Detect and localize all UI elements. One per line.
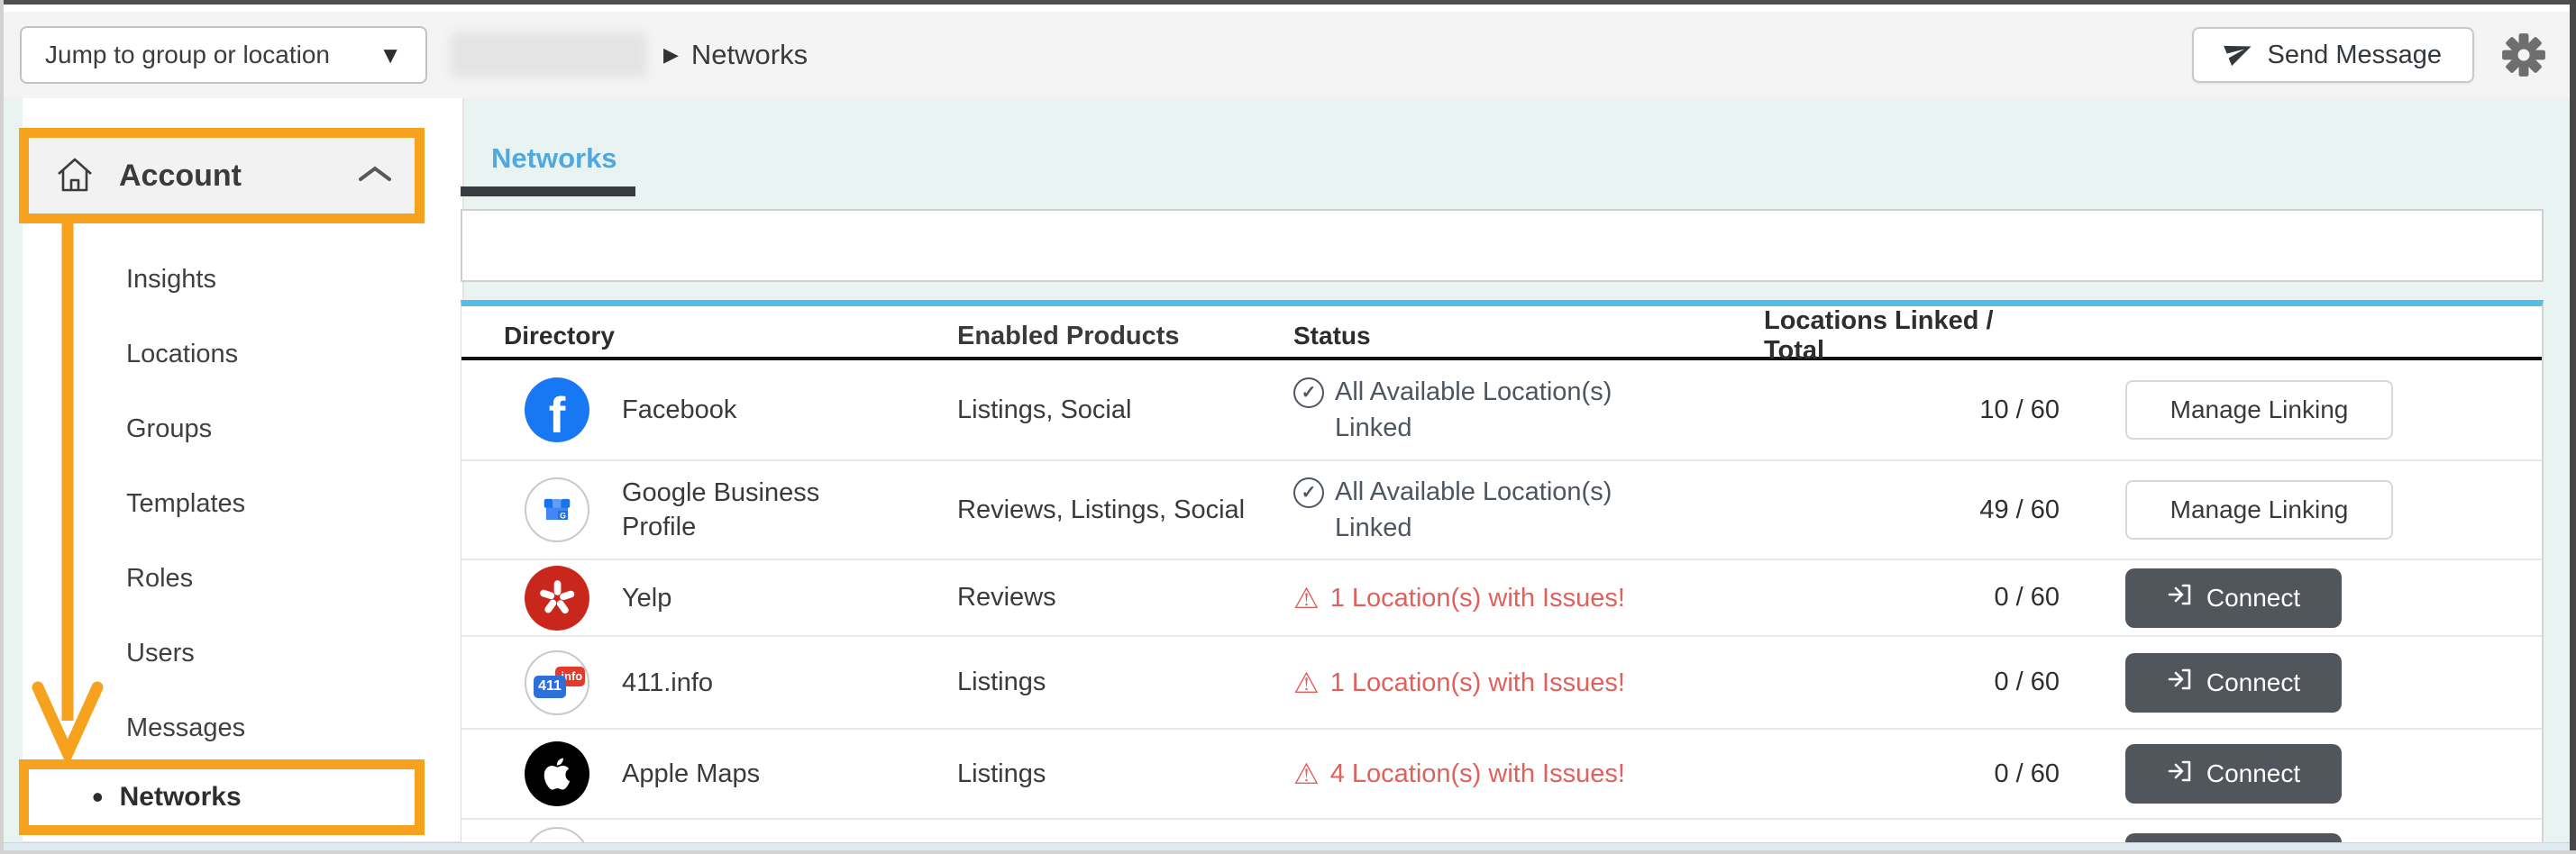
redacted-account-name bbox=[451, 32, 647, 77]
check-circle-icon: ✓ bbox=[1293, 477, 1324, 508]
check-circle-icon: ✓ bbox=[1293, 377, 1324, 408]
table-row-google-business-profile: G Google Business Profile Reviews, Listi… bbox=[461, 461, 2542, 560]
warning-triangle-icon: ⚠ bbox=[1293, 756, 1320, 792]
sign-in-icon bbox=[2167, 758, 2194, 791]
filter-panel bbox=[461, 209, 2544, 282]
warning-triangle-icon: ⚠ bbox=[1293, 665, 1320, 701]
enabled-products: Listings bbox=[957, 668, 1293, 697]
tab-networks[interactable]: Networks bbox=[491, 142, 617, 175]
jump-to-group-dropdown[interactable]: Jump to group or location ▼ bbox=[20, 26, 427, 84]
status-text: ⚠ 1 Location(s) with Issues! bbox=[1293, 580, 1683, 616]
table-row-yelp: Yelp Reviews ⚠ 1 Location(s) with Issues… bbox=[461, 560, 2542, 637]
column-header-locations-linked: Locations Linked / Total bbox=[1764, 306, 2061, 366]
sidebar-item-groups[interactable]: Groups bbox=[23, 392, 462, 467]
status-text: ✓ All Available Location(s) Linked bbox=[1293, 374, 1683, 446]
breadcrumb-arrow-icon: ▶ bbox=[663, 43, 679, 67]
table-row-411-info: .info 411 411.info Listings ⚠ 1 Location… bbox=[461, 637, 2542, 730]
frame-border bbox=[2570, 0, 2576, 854]
breadcrumb-current-page: Networks bbox=[691, 39, 808, 71]
apple-maps-icon bbox=[525, 741, 589, 806]
warning-triangle-icon: ⚠ bbox=[1293, 580, 1320, 616]
status-text: ⚠ 4 Location(s) with Issues! bbox=[1293, 756, 1683, 792]
directory-name: Facebook bbox=[622, 393, 736, 427]
status-text: ✓ All Available Location(s) Linked bbox=[1293, 474, 1683, 546]
connect-button[interactable]: Connect bbox=[2125, 744, 2342, 804]
directory-name: Google Business Profile bbox=[622, 476, 852, 544]
enabled-products: Listings, Social bbox=[957, 395, 1293, 425]
sidebar-item-messages[interactable]: Messages bbox=[23, 691, 462, 766]
locations-linked-count: 10 / 60 bbox=[1764, 395, 2061, 425]
account-label: Account bbox=[119, 159, 242, 194]
frame-border bbox=[0, 0, 2576, 5]
breadcrumb: ▶ Networks bbox=[451, 32, 808, 77]
networks-table: Directory Enabled Products Status Locati… bbox=[461, 300, 2544, 847]
column-header-directory: Directory bbox=[461, 322, 957, 350]
connect-button[interactable]: Connect bbox=[2125, 568, 2342, 628]
directory-name: Yelp bbox=[622, 581, 671, 615]
top-toolbar: Jump to group or location ▼ ▶ Networks S… bbox=[4, 5, 2570, 98]
google-business-profile-icon: G bbox=[525, 477, 589, 542]
sidebar-item-templates[interactable]: Templates bbox=[23, 467, 462, 541]
svg-text:G: G bbox=[560, 511, 566, 520]
sign-in-icon bbox=[2167, 666, 2194, 699]
enabled-products: Listings bbox=[957, 759, 1293, 789]
column-header-enabled-products: Enabled Products bbox=[957, 322, 1293, 351]
paper-plane-icon bbox=[2224, 37, 2253, 73]
locations-linked-count: 49 / 60 bbox=[1764, 495, 2061, 525]
table-row-apple-maps: Apple Maps Listings ⚠ 4 Location(s) with… bbox=[461, 730, 2542, 820]
enabled-products: Reviews bbox=[957, 583, 1293, 613]
status-text: ⚠ 1 Location(s) with Issues! bbox=[1293, 665, 1683, 701]
facebook-icon: f bbox=[525, 377, 589, 442]
manage-linking-button[interactable]: Manage Linking bbox=[2125, 480, 2393, 540]
locations-linked-count: 0 / 60 bbox=[1764, 668, 2061, 697]
locations-linked-count: 0 / 60 bbox=[1764, 583, 2061, 613]
yelp-icon bbox=[525, 566, 589, 631]
send-message-label: Send Message bbox=[2268, 41, 2442, 70]
sign-in-icon bbox=[2167, 581, 2194, 614]
connect-button[interactable]: Connect bbox=[2125, 653, 2342, 713]
bottom-strip bbox=[4, 842, 2570, 850]
directory-name: Apple Maps bbox=[622, 757, 760, 791]
sidebar-item-locations[interactable]: Locations bbox=[23, 317, 462, 392]
table-row-facebook: f Facebook Listings, Social ✓ All Availa… bbox=[461, 360, 2542, 461]
home-icon bbox=[54, 154, 96, 198]
app-window: Jump to group or location ▼ ▶ Networks S… bbox=[0, 0, 2576, 854]
active-bullet-icon: • bbox=[92, 781, 104, 813]
manage-linking-button[interactable]: Manage Linking bbox=[2125, 380, 2393, 440]
directory-name: 411.info bbox=[622, 666, 713, 700]
frame-border bbox=[0, 0, 4, 854]
sidebar-item-networks-active[interactable]: • Networks bbox=[19, 759, 425, 835]
chevron-up-icon bbox=[357, 165, 393, 187]
sidebar-item-insights[interactable]: Insights bbox=[23, 242, 462, 317]
column-header-status: Status bbox=[1293, 322, 1764, 350]
sidebar-account-header[interactable]: Account bbox=[19, 128, 425, 223]
411-info-icon: .info 411 bbox=[525, 650, 589, 715]
dropdown-caret-icon: ▼ bbox=[379, 41, 402, 69]
settings-gear-icon[interactable] bbox=[2501, 32, 2546, 77]
locations-linked-count: 0 / 60 bbox=[1764, 759, 2061, 789]
active-tab-indicator bbox=[461, 186, 635, 196]
sidebar-item-roles[interactable]: Roles bbox=[23, 541, 462, 616]
table-header-row: Directory Enabled Products Status Locati… bbox=[461, 306, 2542, 360]
send-message-button[interactable]: Send Message bbox=[2192, 27, 2474, 83]
sidebar-networks-label: Networks bbox=[120, 782, 242, 813]
frame-border bbox=[0, 850, 2576, 854]
sidebar-item-users[interactable]: Users bbox=[23, 616, 462, 691]
jump-dropdown-label: Jump to group or location bbox=[45, 41, 330, 69]
sidebar-menu: Insights Locations Groups Templates Role… bbox=[23, 242, 462, 766]
enabled-products: Reviews, Listings, Social bbox=[957, 495, 1293, 525]
